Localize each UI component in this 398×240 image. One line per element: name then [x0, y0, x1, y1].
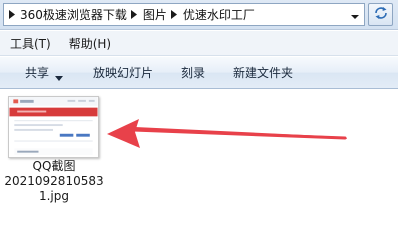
- share-button[interactable]: 共享: [25, 64, 64, 81]
- menu-bar: 工具(T) 帮助(H): [0, 31, 398, 56]
- file-name-line: QQ截图: [32, 159, 76, 173]
- new-folder-button[interactable]: 新建文件夹: [233, 64, 293, 81]
- address-bar[interactable]: 360极速浏览器下载 图片 优速水印工厂: [3, 3, 365, 26]
- slideshow-button[interactable]: 放映幻灯片: [93, 64, 153, 81]
- command-bar: 共享 放映幻灯片 刻录 新建文件夹: [0, 57, 398, 89]
- refresh-button[interactable]: [368, 3, 393, 26]
- slideshow-label: 放映幻灯片: [93, 66, 154, 80]
- breadcrumb-arrow-icon[interactable]: [9, 10, 15, 19]
- file-name-line: 2021092810583: [4, 174, 104, 188]
- burn-label: 刻录: [181, 66, 206, 80]
- breadcrumb-item[interactable]: 优速水印工厂: [183, 6, 255, 23]
- file-item[interactable]: QQ截图 2021092810583 1.jpg: [2, 94, 106, 216]
- file-name: QQ截图 2021092810583 1.jpg: [2, 159, 106, 204]
- breadcrumb-arrow-icon[interactable]: [130, 10, 137, 19]
- menu-help[interactable]: 帮助(H): [57, 35, 117, 52]
- new-folder-label: 新建文件夹: [233, 66, 294, 80]
- annotation-arrow-icon: [107, 119, 347, 148]
- chevron-down-icon[interactable]: [350, 10, 360, 19]
- image-thumbnail: [8, 96, 99, 158]
- file-name-line: 1.jpg: [38, 189, 70, 203]
- address-bar-row: 360极速浏览器下载 图片 优速水印工厂: [0, 0, 398, 30]
- burn-button[interactable]: 刻录: [181, 64, 205, 81]
- breadcrumb-item[interactable]: 360极速浏览器下载: [20, 6, 127, 23]
- share-label: 共享: [25, 66, 50, 80]
- breadcrumb-arrow-icon[interactable]: [170, 10, 177, 19]
- refresh-icon: [373, 6, 389, 23]
- breadcrumb-item[interactable]: 图片: [143, 6, 167, 23]
- menu-tools[interactable]: 工具(T): [0, 35, 57, 52]
- chevron-down-icon: [55, 70, 64, 81]
